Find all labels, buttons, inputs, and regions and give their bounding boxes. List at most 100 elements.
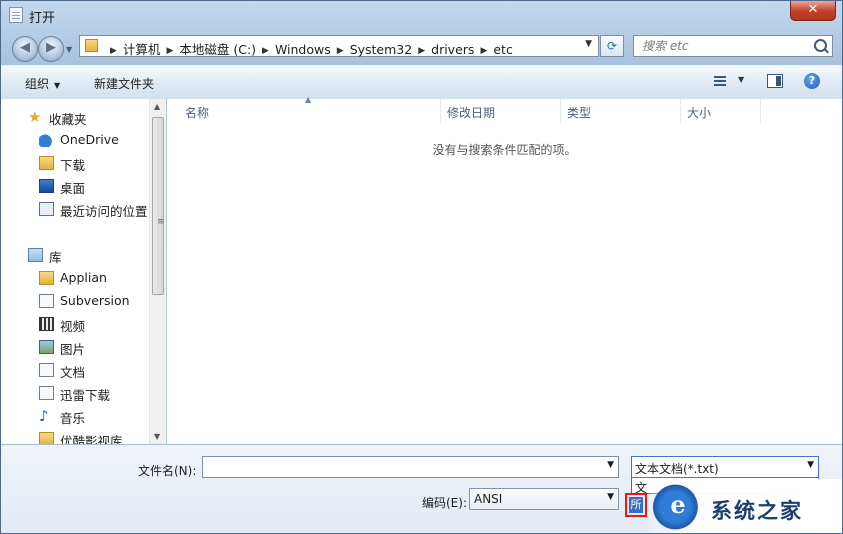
nav-item[interactable]: ★ 收藏夹: [1, 107, 149, 128]
change-view-button[interactable]: ▼: [712, 73, 750, 91]
nav-item-label: 库: [49, 250, 62, 265]
column-header-type[interactable]: 类型: [561, 99, 681, 123]
download-folder-icon: [39, 156, 54, 170]
nav-item-label: 文档: [60, 365, 86, 380]
back-button[interactable]: ◀: [12, 36, 38, 62]
breadcrumb-item[interactable]: drivers: [431, 42, 474, 57]
nav-item[interactable]: 库: [1, 245, 149, 265]
search-input[interactable]: [642, 38, 802, 54]
breadcrumb-separator-icon[interactable]: ▶: [480, 46, 487, 56]
nav-item-label: 桌面: [60, 181, 86, 196]
document-library-icon: [39, 363, 54, 377]
recent-pages-dropdown[interactable]: ▼: [66, 45, 72, 54]
breadcrumb-item[interactable]: Windows: [275, 42, 331, 57]
toolbar: 组织 ▼ 新建文件夹 ▼ ?: [1, 65, 842, 100]
help-button[interactable]: ?: [804, 73, 820, 89]
filename-label: 文件名(N):: [138, 464, 197, 478]
nav-item-label: 视频: [60, 319, 86, 334]
column-header-label: 大小: [687, 106, 712, 120]
new-folder-button[interactable]: 新建文件夹: [94, 75, 154, 92]
document-library-icon: [39, 294, 54, 308]
highlighted-option[interactable]: 所: [629, 497, 643, 513]
nav-item[interactable]: 优酷影视库: [1, 429, 149, 444]
nav-item[interactable]: Applian: [1, 268, 149, 288]
nav-item-label: 音乐: [60, 411, 86, 426]
breadcrumb-item[interactable]: etc: [493, 42, 512, 57]
chevron-down-icon: ▼: [738, 75, 745, 84]
folder-icon: [39, 271, 54, 285]
notepad-icon: [9, 7, 23, 23]
nav-item[interactable]: Subversion: [1, 291, 149, 311]
encoding-select[interactable]: ANSI ▼: [469, 488, 619, 510]
watermark-logo-icon: e: [652, 484, 704, 530]
chevron-down-icon[interactable]: ▼: [807, 460, 814, 470]
watermark: e 系统之家: [649, 479, 842, 533]
chevron-down-icon[interactable]: ▼: [607, 460, 614, 470]
details-view-icon: [714, 76, 726, 88]
column-header-size[interactable]: 大小: [681, 99, 761, 123]
folder-icon: [39, 432, 54, 444]
chevron-down-icon[interactable]: ▼: [607, 492, 614, 502]
breadcrumb-item[interactable]: 本地磁盘 (C:): [179, 42, 256, 57]
scroll-up-icon[interactable]: ▲: [154, 102, 160, 111]
scroll-down-icon[interactable]: ▼: [154, 432, 160, 441]
refresh-button[interactable]: ⟳: [600, 35, 624, 57]
back-arrow-icon: ◀: [20, 40, 30, 55]
video-library-icon: [39, 317, 54, 331]
breadcrumb-item[interactable]: 计算机: [123, 42, 161, 57]
nav-item[interactable]: 图片: [1, 337, 149, 357]
folder-icon: [85, 39, 98, 52]
library-icon: [28, 248, 43, 262]
nav-item[interactable]: 迅雷下载: [1, 383, 149, 403]
search-box[interactable]: [633, 35, 833, 57]
encoding-label: 编码(E):: [422, 496, 467, 510]
forward-arrow-icon: ▶: [46, 40, 56, 55]
sort-ascending-icon: ▲: [305, 95, 312, 104]
navigation-scrollbar[interactable]: ▲ ≡ ▼: [149, 99, 166, 444]
nav-item[interactable]: 文档: [1, 360, 149, 380]
cloud-icon: [39, 133, 54, 147]
column-header-label: 类型: [567, 106, 592, 120]
nav-item-label: 优酷影视库: [60, 434, 123, 444]
file-type-option[interactable]: 文: [635, 479, 647, 493]
nav-item[interactable]: 最近访问的位置: [1, 199, 149, 219]
column-header-date[interactable]: 修改日期: [441, 99, 561, 123]
address-dropdown-icon[interactable]: ▼: [585, 39, 592, 49]
breadcrumb-item[interactable]: System32: [350, 42, 413, 57]
breadcrumb-separator-icon[interactable]: ▶: [262, 46, 269, 56]
chevron-down-icon: ▼: [54, 81, 61, 90]
forward-button[interactable]: ▶: [38, 36, 64, 62]
nav-item[interactable]: 下载: [1, 153, 149, 173]
organize-label: 组织: [25, 77, 50, 91]
nav-item[interactable]: OneDrive: [1, 130, 149, 150]
nav-item[interactable]: 桌面: [1, 176, 149, 196]
breadcrumb-separator-icon[interactable]: ▶: [166, 46, 173, 56]
nav-item-label: Subversion: [60, 293, 130, 308]
filename-input[interactable]: ▼: [202, 456, 619, 478]
breadcrumb-separator-icon[interactable]: ▶: [110, 46, 117, 56]
scrollbar-thumb[interactable]: ≡: [152, 117, 165, 295]
breadcrumb-separator-icon[interactable]: ▶: [337, 46, 344, 56]
close-button[interactable]: ✕: [790, 1, 836, 21]
title-bar: 打开 ✕: [1, 1, 842, 29]
nav-item-label: 图片: [60, 342, 86, 357]
organize-button[interactable]: 组织 ▼: [25, 75, 60, 92]
address-bar[interactable]: ▶ 计算机 ▶ 本地磁盘 (C:) ▶ Windows ▶ System32 ▶ drivers ▶…: [79, 35, 599, 57]
nav-item-label: Applian: [60, 270, 107, 285]
column-header-label: 名称: [185, 106, 210, 120]
breadcrumb-separator-icon[interactable]: ▶: [418, 46, 425, 56]
music-library-icon: ♪: [39, 407, 49, 425]
file-type-select[interactable]: 文本文档(*.txt) ▼: [631, 456, 819, 478]
empty-results-message: 没有与搜索条件匹配的项。: [432, 143, 577, 157]
picture-library-icon: [39, 340, 54, 354]
refresh-icon: ⟳: [606, 39, 618, 53]
search-icon[interactable]: [814, 39, 827, 52]
grip-icon: ≡: [157, 217, 165, 227]
nav-item[interactable]: 视频: [1, 314, 149, 334]
nav-item[interactable]: ♪ 音乐: [1, 406, 149, 427]
file-type-value: 文本文档(*.txt): [635, 462, 719, 476]
preview-pane-button[interactable]: [767, 74, 783, 88]
nav-item-label: 下载: [60, 158, 86, 173]
desktop-icon: [39, 179, 54, 193]
watermark-text: 系统之家: [711, 499, 803, 523]
